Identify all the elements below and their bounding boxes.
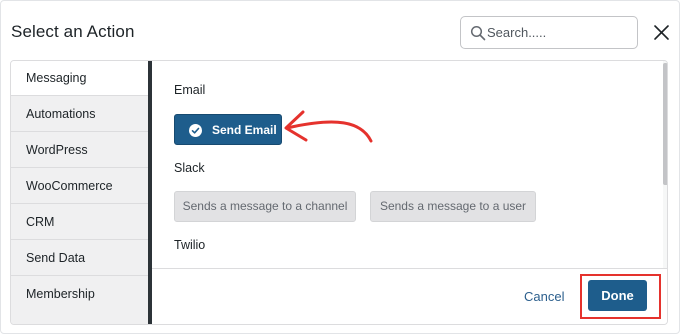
- section-label-email: Email: [174, 83, 206, 97]
- sidebar-item-membership[interactable]: Membership: [11, 277, 148, 312]
- sidebar-item-crm[interactable]: CRM: [11, 205, 148, 240]
- send-email-button[interactable]: Send Email: [174, 114, 282, 145]
- search-icon: [470, 25, 486, 41]
- check-circle-icon: [189, 124, 202, 137]
- select-action-dialog: Select an Action Messaging Automations W…: [0, 0, 680, 334]
- close-icon[interactable]: [653, 24, 670, 41]
- arrow-annotation-icon: [284, 110, 373, 143]
- search-input[interactable]: [487, 18, 632, 47]
- sidebar-item-messaging[interactable]: Messaging: [11, 61, 148, 96]
- sidebar-item-woocommerce[interactable]: WooCommerce: [11, 169, 148, 204]
- content-scrollbar-thumb[interactable]: [663, 63, 667, 185]
- dialog-title: Select an Action: [11, 22, 135, 41]
- sidebar-item-wordpress[interactable]: WordPress: [11, 133, 148, 168]
- section-label-slack: Slack: [174, 161, 205, 175]
- send-email-label: Send Email: [212, 123, 277, 137]
- section-label-twilio: Twilio: [174, 238, 206, 252]
- category-sidebar: Messaging Automations WordPress WooComme…: [11, 61, 148, 324]
- done-button[interactable]: Done: [588, 280, 647, 311]
- sidebar-item-automations[interactable]: Automations: [11, 97, 148, 132]
- cancel-button[interactable]: Cancel: [524, 289, 564, 304]
- dialog-footer: Cancel Done: [152, 268, 667, 324]
- slack-channel-message-button[interactable]: Sends a message to a channel: [174, 191, 356, 222]
- actions-panel: Email Send Email Slack Sends a message t…: [152, 61, 667, 268]
- sidebar-item-send-data[interactable]: Send Data: [11, 241, 148, 276]
- search-box[interactable]: [460, 16, 638, 49]
- slack-user-message-button[interactable]: Sends a message to a user: [370, 191, 536, 222]
